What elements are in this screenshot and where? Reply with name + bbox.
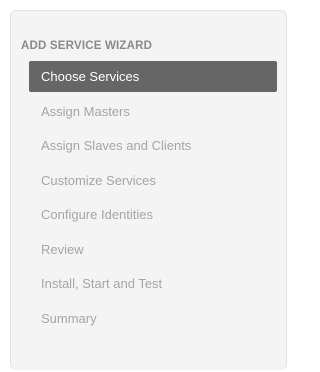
wizard-step-choose-services[interactable]: Choose Services bbox=[29, 61, 277, 92]
wizard-step-review[interactable]: Review bbox=[29, 234, 277, 269]
wizard-title: ADD SERVICE WIZARD bbox=[21, 40, 153, 52]
wizard-step-assign-masters[interactable]: Assign Masters bbox=[29, 96, 277, 131]
wizard-step-summary[interactable]: Summary bbox=[29, 303, 277, 338]
wizard-step-customize-services[interactable]: Customize Services bbox=[29, 165, 277, 200]
wizard-step-assign-slaves-and-clients[interactable]: Assign Slaves and Clients bbox=[29, 130, 277, 165]
wizard-step-install-start-and-test[interactable]: Install, Start and Test bbox=[29, 268, 277, 303]
wizard-step-configure-identities[interactable]: Configure Identities bbox=[29, 199, 277, 234]
wizard-step-list: Choose Services Assign Masters Assign Sl… bbox=[29, 61, 277, 337]
